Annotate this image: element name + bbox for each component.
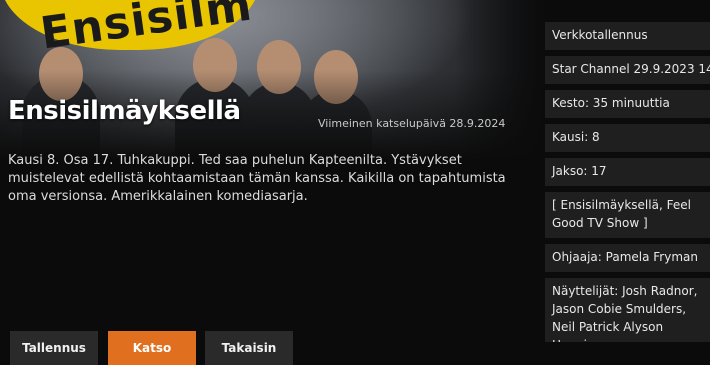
program-description: Kausi 8. Osa 17. Tuhkakuppi. Ted saa puh… xyxy=(8,153,506,204)
program-title: Ensisilmäyksellä xyxy=(8,96,241,126)
last-watch-date: Viimeinen katselupäivä 28.9.2024 xyxy=(318,117,506,130)
info-categories: [ Ensisilmäyksellä, Feel Good TV Show ] xyxy=(545,192,710,238)
hero-fade-right xyxy=(455,0,545,160)
info-duration: Kesto: 35 minuuttia xyxy=(545,90,710,118)
watch-button[interactable]: Katso xyxy=(108,331,196,365)
info-episode: Jakso: 17 xyxy=(545,158,710,186)
hero-image: Ensisilm xyxy=(0,0,545,160)
info-channel-date: Star Channel 29.9.2023 14 xyxy=(545,56,710,84)
info-recording-type: Verkkotallennus xyxy=(545,22,710,50)
record-button[interactable]: Tallennus xyxy=(10,331,98,365)
info-director: Ohjaaja: Pamela Fryman xyxy=(545,244,710,272)
info-season: Kausi: 8 xyxy=(545,124,710,152)
info-actors: Näyttelijät: Josh Radnor, Jason Cobie Sm… xyxy=(545,278,710,342)
back-button[interactable]: Takaisin xyxy=(205,331,293,365)
